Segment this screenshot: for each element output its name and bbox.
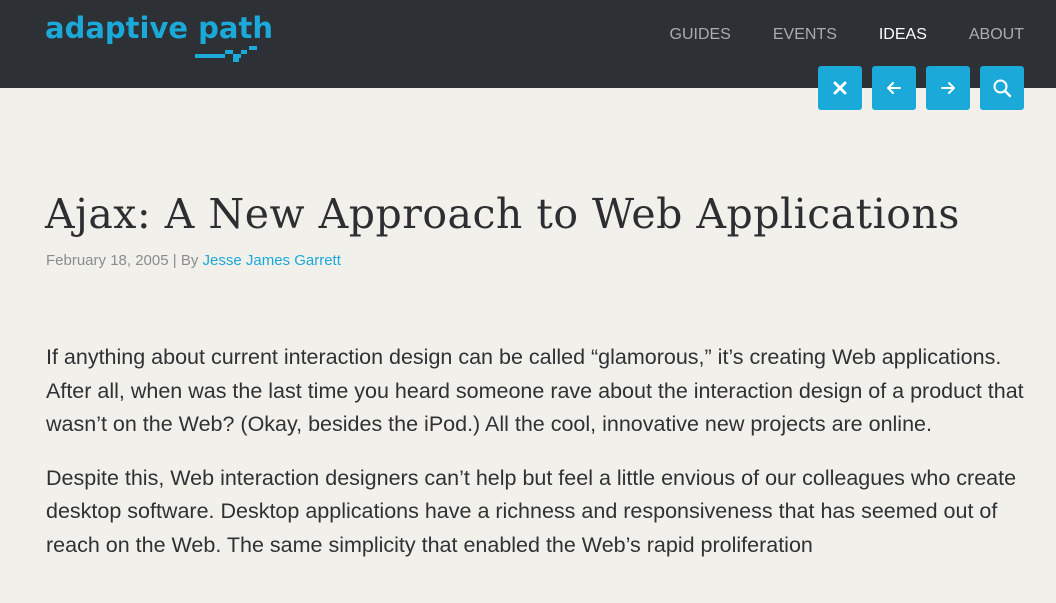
previous-button[interactable]	[872, 66, 916, 110]
article-paragraph: Despite this, Web interaction designers …	[46, 465, 1017, 557]
arrow-right-icon	[941, 82, 955, 94]
arrow-left-icon	[887, 82, 901, 94]
search-icon	[993, 79, 1012, 98]
site-logo[interactable]: adaptive path	[45, 14, 273, 43]
logo-pixel-mark	[195, 46, 257, 62]
close-button[interactable]	[818, 66, 862, 110]
nav-events[interactable]: EVENTS	[773, 26, 837, 44]
article-paragraph: If anything about current interaction de…	[46, 345, 1024, 436]
nav-about[interactable]: ABOUT	[969, 26, 1024, 44]
byline-separator: | By	[172, 252, 199, 269]
next-button[interactable]	[926, 66, 970, 110]
article-meta: February 18, 2005 | By Jesse James Garre…	[46, 252, 341, 269]
article-date: February 18, 2005	[46, 252, 169, 269]
search-button[interactable]	[980, 66, 1024, 110]
close-icon	[833, 81, 847, 95]
nav-ideas[interactable]: IDEAS	[879, 26, 927, 44]
main-nav: GUIDES EVENTS IDEAS ABOUT	[628, 26, 1025, 44]
article-title: Ajax: A New Approach to Web Applications	[45, 190, 960, 238]
nav-guides[interactable]: GUIDES	[670, 26, 731, 44]
article-toolbar	[808, 66, 1024, 110]
article-body: If anything about current interaction de…	[46, 341, 1031, 582]
author-link[interactable]: Jesse James Garrett	[203, 252, 341, 269]
page: adaptive path GUIDES EVENTS IDEAS ABOUT	[0, 0, 1056, 603]
